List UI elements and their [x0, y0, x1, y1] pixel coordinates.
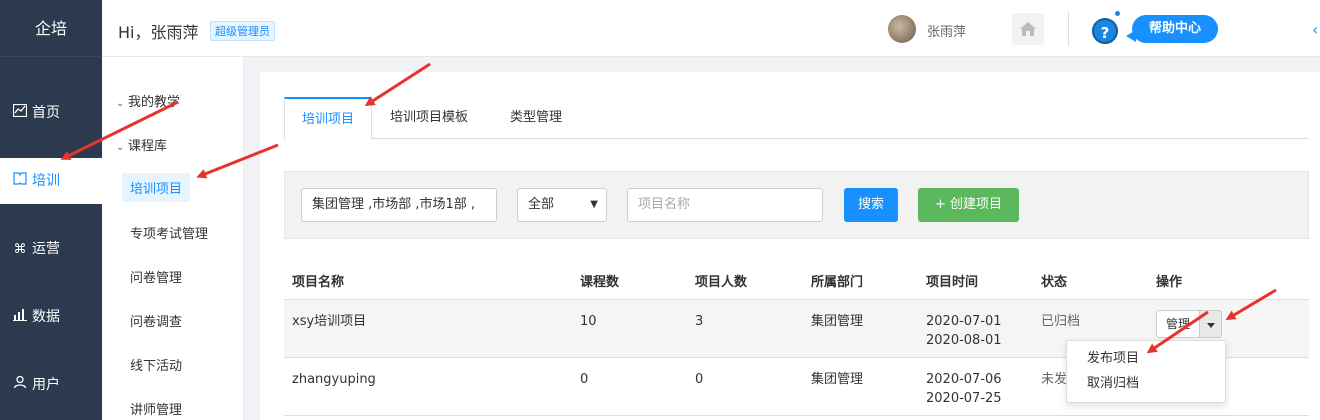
header-divider	[1068, 12, 1069, 46]
project-name-input[interactable]: 项目名称	[627, 188, 823, 222]
end-date: 2020-07-25	[926, 390, 1002, 406]
nav-label-home: 首页	[32, 105, 60, 121]
subnav-item-training-projects[interactable]: 培训项目	[122, 173, 191, 202]
subnav-item-survey[interactable]: 问卷调查	[130, 311, 182, 330]
cell-course-count: 0	[572, 357, 687, 416]
nav-label-data: 数据	[32, 309, 60, 325]
cell-department: 集团管理	[803, 357, 918, 416]
tab-training-projects[interactable]: 培训项目	[284, 97, 372, 140]
column-header: 项目人数	[687, 262, 803, 300]
department-select[interactable]: 集团管理 ,市场部 ,市场1部 ,	[301, 188, 497, 222]
cell-department: 集团管理	[803, 299, 918, 358]
nav-item-data[interactable]: 数据	[0, 294, 102, 340]
column-header: 所属部门	[803, 262, 918, 300]
end-date: 2020-08-01	[926, 332, 1002, 348]
filter-bar: 集团管理 ,市场部 ,市场1部 , 全部 ▼ 项目名称 搜索 + 创建项目	[284, 171, 1309, 239]
avatar[interactable]	[888, 15, 916, 43]
nav-label-operations: 运营	[32, 241, 60, 257]
top-header: Hi，张雨萍 超级管理员 张雨萍 ? 帮助中心 ‹	[102, 0, 1320, 57]
nav-label-users: 用户	[32, 377, 60, 393]
cell-people-count: 0	[687, 357, 803, 416]
bar-chart-icon	[12, 295, 28, 341]
create-project-button[interactable]: + 创建项目	[918, 188, 1019, 222]
column-header: 课程数	[572, 262, 687, 300]
start-date: 2020-07-06	[926, 371, 1002, 387]
menu-item-cancel-archive[interactable]: 取消归档	[1067, 374, 1225, 399]
manage-button[interactable]: 管理	[1156, 309, 1201, 338]
subnav-group-course-library[interactable]: ⌄ 课程库	[116, 135, 167, 154]
cell-people-count: 3	[687, 299, 803, 358]
search-button[interactable]: 搜索	[844, 188, 898, 222]
nav-item-home[interactable]: 首页	[0, 90, 102, 136]
subnav-group-label: 课程库	[128, 139, 168, 154]
table-header-row: 项目名称 课程数 项目人数 所属部门 项目时间 状态 操作	[284, 262, 1309, 300]
manage-dropdown-menu: 发布项目 取消归档	[1066, 340, 1226, 403]
cell-project-name[interactable]: xsy培训项目	[284, 299, 572, 358]
greeting-text: Hi，张雨萍	[118, 23, 199, 42]
nav-label-training: 培训	[32, 173, 60, 189]
column-header: 状态	[1033, 262, 1148, 300]
subnav-group-my-teaching[interactable]: ⌄ 我的教学	[116, 91, 180, 110]
manage-dropdown-toggle[interactable]	[1200, 309, 1223, 338]
subnav-item-lecturer-management[interactable]: 讲师管理	[130, 399, 182, 418]
home-button[interactable]	[1012, 13, 1044, 45]
subnav-item-exam-management[interactable]: 专项考试管理	[130, 223, 208, 242]
column-header: 项目名称	[284, 262, 572, 300]
nav-item-training[interactable]: 培训	[0, 158, 102, 204]
chart-line-icon	[12, 91, 28, 137]
status-select[interactable]: 全部 ▼	[517, 188, 607, 222]
chevron-down-icon: ⌄	[116, 142, 125, 153]
cell-course-count: 10	[572, 299, 687, 358]
role-badge: 超级管理员	[210, 21, 275, 41]
tab-training-templates[interactable]: 培训项目模板	[379, 97, 479, 139]
subnav-group-label: 我的教学	[128, 95, 181, 110]
tab-type-management[interactable]: 类型管理	[496, 97, 576, 139]
manage-button-group: 管理	[1156, 309, 1223, 338]
cell-project-time: 2020-07-06 2020-07-25	[918, 357, 1033, 416]
subnav-item-questionnaire-management[interactable]: 问卷管理	[130, 267, 182, 286]
column-header: 项目时间	[918, 262, 1033, 300]
chevron-down-icon: ▼	[590, 199, 598, 210]
chevron-left-icon[interactable]: ‹	[1312, 20, 1318, 39]
sub-sidebar: ⌄ 我的教学 ⌄ 课程库 培训项目 专项考试管理 问卷管理 问卷调查 线下活动 讲师…	[102, 57, 244, 420]
status-select-value: 全部	[528, 197, 555, 212]
nav-item-users[interactable]: 用户	[0, 362, 102, 408]
header-username[interactable]: 张雨萍	[927, 21, 966, 40]
help-question-icon[interactable]: ?	[1092, 18, 1118, 44]
start-date: 2020-07-01	[926, 313, 1002, 329]
main-sidebar: 企培 首页 培训 ⌘ 运营 数据 用户	[0, 0, 102, 420]
cell-project-name[interactable]: zhangyuping	[284, 357, 572, 416]
chevron-down-icon: ⌄	[116, 98, 125, 109]
app-logo: 企培	[0, 0, 102, 57]
column-header: 操作	[1148, 262, 1309, 300]
user-icon	[12, 363, 28, 409]
cell-project-time: 2020-07-01 2020-08-01	[918, 299, 1033, 358]
tab-bar: 培训项目 培训项目模板 类型管理	[284, 97, 1309, 140]
book-icon	[12, 159, 28, 205]
help-center-button[interactable]: 帮助中心	[1132, 15, 1218, 43]
nav-item-operations[interactable]: ⌘ 运营	[0, 226, 102, 272]
home-icon	[1020, 22, 1036, 36]
help-dot-icon	[1115, 11, 1120, 16]
menu-item-publish-project[interactable]: 发布项目	[1067, 349, 1225, 374]
command-icon: ⌘	[13, 242, 27, 257]
subnav-item-offline-activity[interactable]: 线下活动	[130, 355, 182, 374]
